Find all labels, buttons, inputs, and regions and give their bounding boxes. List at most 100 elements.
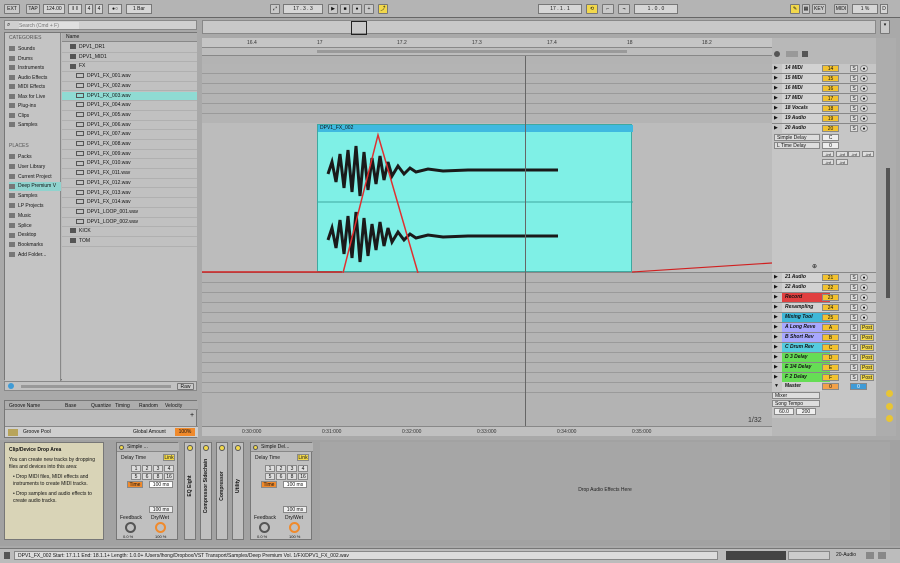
track-activator-icon[interactable]: ▶ [774, 115, 778, 121]
track-lane[interactable] [202, 373, 772, 383]
track-number-button[interactable]: 14 [822, 65, 839, 72]
place-lp-projects[interactable]: LP Projects [9, 202, 61, 211]
track-header-17-midi[interactable]: ▶ 17 MIDI 17 S ● [772, 94, 876, 104]
beat-division-button[interactable]: 1 [131, 465, 141, 472]
folder-item[interactable]: KICK [62, 227, 197, 237]
track-lane[interactable] [202, 353, 772, 363]
add-groove-icon[interactable]: + [190, 412, 194, 419]
record-button[interactable]: ● [352, 4, 362, 14]
solo-button[interactable]: S [850, 115, 858, 122]
post-button[interactable]: Post [860, 374, 874, 381]
place-current-project[interactable]: Current Project [9, 173, 61, 182]
track-number-button[interactable]: B [822, 334, 839, 341]
device-title[interactable]: Simple ... [127, 444, 148, 450]
side-icon-3[interactable] [886, 415, 893, 422]
solo-button[interactable]: S [850, 284, 858, 291]
track-header-15-midi[interactable]: ▶ 15 MIDI 15 S ● [772, 74, 876, 84]
file-item[interactable]: DPV1_FX_007.wav [62, 130, 197, 140]
link-button[interactable]: Link [297, 454, 309, 461]
file-item[interactable]: DPV1_FX_001.wav [62, 72, 197, 82]
nudge-buttons[interactable]: ‖ ‖ [68, 4, 82, 14]
track-activator-icon[interactable]: ▶ [774, 364, 778, 370]
add-automation-lane-icon[interactable]: ⊕ [812, 263, 817, 270]
track-header-resampling[interactable]: ▶ Resampling 24 S ● [772, 303, 876, 313]
folder-item[interactable]: DPV1_DR1 [62, 43, 197, 53]
track-header-mixing-tool[interactable]: ▶ Mixing Tool 25 S ● [772, 313, 876, 323]
category-sounds[interactable]: Sounds [9, 45, 61, 54]
overview-toggle[interactable]: ▾ [880, 20, 890, 34]
solo-button[interactable]: S [850, 274, 858, 281]
master-fold-icon[interactable]: ▼ [774, 383, 779, 389]
track-header-16-midi[interactable]: ▶ 16 MIDI 16 S ● [772, 84, 876, 94]
post-button[interactable]: Post [860, 344, 874, 351]
solo-button[interactable]: S [850, 105, 858, 112]
link-button[interactable]: Link [163, 454, 175, 461]
beat-division-button[interactable]: 4 [298, 465, 308, 472]
track-header-b-short-rev[interactable]: ▶ B Short Rev B S Post [772, 333, 876, 343]
folder-item[interactable]: FX [62, 62, 197, 73]
solo-button[interactable]: S [850, 374, 858, 381]
folder-item[interactable]: DPV1_MID1 [62, 53, 197, 63]
track-activator-icon[interactable]: ▶ [774, 354, 778, 360]
beat-division-button[interactable]: 16 [164, 473, 174, 480]
category-samples[interactable]: Samples [9, 121, 61, 130]
category-midi-effects[interactable]: MIDI Effects [9, 83, 61, 92]
file-item[interactable]: DPV1_LOOP_001.wav [62, 208, 197, 218]
clip-title-bar[interactable]: DPV1_FX_002 [318, 125, 633, 132]
toggle-view-icon-1[interactable] [866, 552, 874, 559]
post-button[interactable]: Post [860, 364, 874, 371]
track-volume[interactable]: 0 [822, 142, 839, 149]
solo-button[interactable]: S [850, 125, 858, 132]
file-item[interactable]: DPV1_FX_006.wav [62, 121, 197, 131]
track-header-14-midi[interactable]: ▶ 14 MIDI 14 S ● [772, 64, 876, 74]
arm-button[interactable]: ● [860, 115, 868, 122]
time-mode-button[interactable]: Time [261, 481, 277, 488]
track-number-button[interactable]: 25 [822, 314, 839, 321]
vertical-scrollbar[interactable] [886, 168, 890, 298]
file-item[interactable]: DPV1_FX_004.wav [62, 101, 197, 111]
time-mode-button[interactable]: Time [127, 481, 143, 488]
groove-column-groove-name[interactable]: Groove Name [9, 403, 40, 409]
place-add-folder-[interactable]: Add Folder... [9, 251, 61, 260]
cue-switch[interactable] [786, 51, 798, 57]
master-pan[interactable]: 0 [850, 383, 867, 390]
file-item[interactable]: DPV1_FX_002.wav [62, 82, 197, 92]
arm-button[interactable]: ● [860, 65, 868, 72]
raw-button[interactable]: Raw [177, 383, 194, 390]
ext-sync-button[interactable]: EXT [4, 4, 20, 14]
beat-division-button[interactable]: 16 [298, 473, 308, 480]
quantization-menu[interactable]: 1 Bar [126, 4, 152, 14]
place-music[interactable]: Music [9, 212, 61, 221]
arm-button[interactable]: ● [860, 105, 868, 112]
arm-button[interactable]: ● [860, 304, 868, 311]
computer-midi-keyboard-button[interactable]: ▦ [802, 4, 810, 14]
track-activator-icon[interactable]: ▶ [774, 85, 778, 91]
track-activator-icon[interactable]: ▶ [774, 314, 778, 320]
solo-button[interactable]: S [850, 294, 858, 301]
file-item[interactable]: DPV1_FX_008.wav [62, 140, 197, 150]
arm-button[interactable]: ● [860, 95, 868, 102]
solo-button[interactable]: S [850, 324, 858, 331]
track-header-18-vocals[interactable]: ▶ 18 Vocals 18 S ● [772, 104, 876, 114]
beat-division-button[interactable]: 8 [287, 473, 297, 480]
delay-time-right-field[interactable]: 100 ms [149, 506, 173, 513]
place-splice[interactable]: Splice [9, 222, 61, 231]
track-number-button[interactable]: 21 [822, 274, 839, 281]
track-lane[interactable] [202, 363, 772, 373]
track-lane[interactable] [202, 293, 772, 303]
tap-tempo-button[interactable]: TAP [26, 4, 40, 14]
track-number-button[interactable]: 18 [822, 105, 839, 112]
track-activator-icon[interactable]: ▶ [774, 75, 778, 81]
dry-wet-knob[interactable] [155, 522, 166, 533]
key-map-button[interactable]: KEY [812, 4, 826, 14]
place-bookmarks[interactable]: Bookmarks [9, 241, 61, 250]
beat-division-button[interactable]: 1 [265, 465, 275, 472]
arrangement-selector[interactable] [788, 551, 830, 560]
folded-device[interactable]: Compressor Sidechain [200, 442, 212, 540]
overdub-button[interactable]: + [364, 4, 374, 14]
draw-mode-button[interactable]: ✎ [790, 4, 800, 14]
file-item[interactable]: DPV1_FX_005.wav [62, 111, 197, 121]
automation-parameter-chooser[interactable]: L Time Delay [774, 142, 820, 149]
track-number-button[interactable]: 24 [822, 304, 839, 311]
track-number-button[interactable]: C [822, 344, 839, 351]
